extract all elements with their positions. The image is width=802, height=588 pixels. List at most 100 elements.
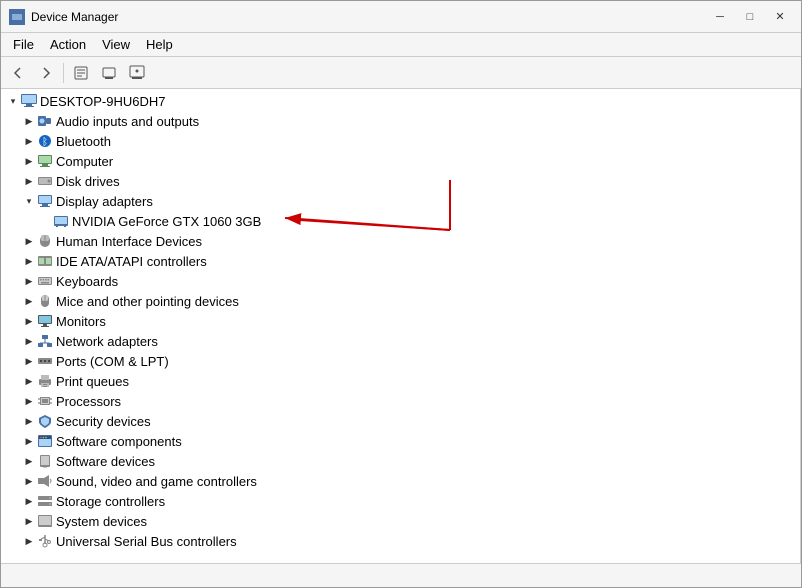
ide-expander[interactable]: ▶ [21, 251, 37, 271]
storage-label: Storage controllers [56, 494, 165, 509]
print-label: Print queues [56, 374, 129, 389]
back-button[interactable] [5, 61, 31, 85]
tree-item-system[interactable]: ▶ System devices [1, 511, 800, 531]
menu-help[interactable]: Help [138, 35, 181, 54]
computer-expander[interactable]: ▶ [21, 151, 37, 171]
toolbar-divider-1 [63, 63, 64, 83]
tree-item-sound[interactable]: ▶ Sound, video and game controllers [1, 471, 800, 491]
usb-expander[interactable]: ▶ [21, 531, 37, 551]
print-icon [37, 373, 53, 389]
processors-expander[interactable]: ▶ [21, 391, 37, 411]
sound-expander[interactable]: ▶ [21, 471, 37, 491]
tree-item-processors[interactable]: ▶ Processors [1, 391, 800, 411]
status-bar [1, 563, 801, 587]
sound-icon [37, 473, 53, 489]
hid-icon [37, 233, 53, 249]
minimize-button[interactable]: ─ [707, 7, 733, 27]
disk-icon [37, 173, 53, 189]
maximize-button[interactable]: □ [737, 7, 763, 27]
menu-action[interactable]: Action [42, 35, 94, 54]
root-expander[interactable]: ▾ [5, 91, 21, 111]
software-dev-label: Software devices [56, 454, 155, 469]
tree-item-monitors[interactable]: ▶ Monitors [1, 311, 800, 331]
tree-item-security[interactable]: ▶ Security devices [1, 411, 800, 431]
tree-item-ide[interactable]: ▶ IDE ATA/ATAPI controllers [1, 251, 800, 271]
storage-expander[interactable]: ▶ [21, 491, 37, 511]
tree-item-display[interactable]: ▾ Display adapters [1, 191, 800, 211]
audio-icon [37, 113, 53, 129]
tree-item-network[interactable]: ▶ Network adapters [1, 331, 800, 351]
processors-icon [37, 393, 53, 409]
computer-icon2 [37, 153, 53, 169]
keyboards-label: Keyboards [56, 274, 118, 289]
monitors-icon [37, 313, 53, 329]
print-expander[interactable]: ▶ [21, 371, 37, 391]
tree-item-disk[interactable]: ▶ Disk drives [1, 171, 800, 191]
software-comp-icon [37, 433, 53, 449]
tree-item-computer[interactable]: ▶ Computer [1, 151, 800, 171]
close-button[interactable]: ✕ [767, 7, 793, 27]
monitors-expander[interactable]: ▶ [21, 311, 37, 331]
computer-icon [21, 93, 37, 109]
tree-item-audio[interactable]: ▶ Audio inputs and outputs [1, 111, 800, 131]
software-comp-label: Software components [56, 434, 182, 449]
device-tree[interactable]: ▾ DESKTOP-9HU6DH7 ▶ [1, 89, 801, 563]
mice-label: Mice and other pointing devices [56, 294, 239, 309]
scan-button[interactable] [124, 61, 150, 85]
system-expander[interactable]: ▶ [21, 511, 37, 531]
bluetooth-label: Bluetooth [56, 134, 111, 149]
computer-label: Computer [56, 154, 113, 169]
software-dev-expander[interactable]: ▶ [21, 451, 37, 471]
window-title: Device Manager [31, 10, 707, 24]
ports-icon [37, 353, 53, 369]
gpu-label: NVIDIA GeForce GTX 1060 3GB [72, 214, 261, 229]
mice-expander[interactable]: ▶ [21, 291, 37, 311]
tree-item-ports[interactable]: ▶ Ports (COM & LPT) [1, 351, 800, 371]
menu-file[interactable]: File [5, 35, 42, 54]
tree-item-print[interactable]: ▶ Print queues [1, 371, 800, 391]
software-dev-icon [37, 453, 53, 469]
sound-label: Sound, video and game controllers [56, 474, 257, 489]
tree-item-usb[interactable]: ▶ Universal Serial Bus controllers [1, 531, 800, 551]
update-driver-button[interactable] [96, 61, 122, 85]
tree-item-bluetooth[interactable]: ▶ ᛒ Bluetooth [1, 131, 800, 151]
title-bar-controls: ─ □ ✕ [707, 7, 793, 27]
menu-view[interactable]: View [94, 35, 138, 54]
tree-item-software-dev[interactable]: ▶ Software devices [1, 451, 800, 471]
disk-expander[interactable]: ▶ [21, 171, 37, 191]
app-icon [9, 9, 25, 25]
tree-root[interactable]: ▾ DESKTOP-9HU6DH7 [1, 91, 800, 111]
software-comp-expander[interactable]: ▶ [21, 431, 37, 451]
ide-label: IDE ATA/ATAPI controllers [56, 254, 207, 269]
gpu-icon [53, 213, 69, 229]
audio-expander[interactable]: ▶ [21, 111, 37, 131]
bluetooth-expander[interactable]: ▶ [21, 131, 37, 151]
network-icon [37, 333, 53, 349]
security-expander[interactable]: ▶ [21, 411, 37, 431]
processors-label: Processors [56, 394, 121, 409]
tree-item-mice[interactable]: ▶ Mice and other pointing devices [1, 291, 800, 311]
toolbar [1, 57, 801, 89]
tree-item-software-comp[interactable]: ▶ Software components [1, 431, 800, 451]
keyboards-expander[interactable]: ▶ [21, 271, 37, 291]
tree-item-keyboards[interactable]: ▶ Keyboards [1, 271, 800, 291]
network-expander[interactable]: ▶ [21, 331, 37, 351]
title-bar: Device Manager ─ □ ✕ [1, 1, 801, 33]
gpu-expander [37, 211, 53, 231]
tree-item-hid[interactable]: ▶ Human Interface Devices [1, 231, 800, 251]
security-label: Security devices [56, 414, 151, 429]
forward-button[interactable] [33, 61, 59, 85]
ports-expander[interactable]: ▶ [21, 351, 37, 371]
monitors-label: Monitors [56, 314, 106, 329]
root-label: DESKTOP-9HU6DH7 [40, 94, 165, 109]
hid-expander[interactable]: ▶ [21, 231, 37, 251]
properties-button[interactable] [68, 61, 94, 85]
tree-item-gpu[interactable]: NVIDIA GeForce GTX 1060 3GB [1, 211, 800, 231]
display-expander[interactable]: ▾ [21, 191, 37, 211]
system-label: System devices [56, 514, 147, 529]
disk-label: Disk drives [56, 174, 120, 189]
display-icon [37, 193, 53, 209]
menu-bar: File Action View Help [1, 33, 801, 57]
ports-label: Ports (COM & LPT) [56, 354, 169, 369]
tree-item-storage[interactable]: ▶ Storage controllers [1, 491, 800, 511]
